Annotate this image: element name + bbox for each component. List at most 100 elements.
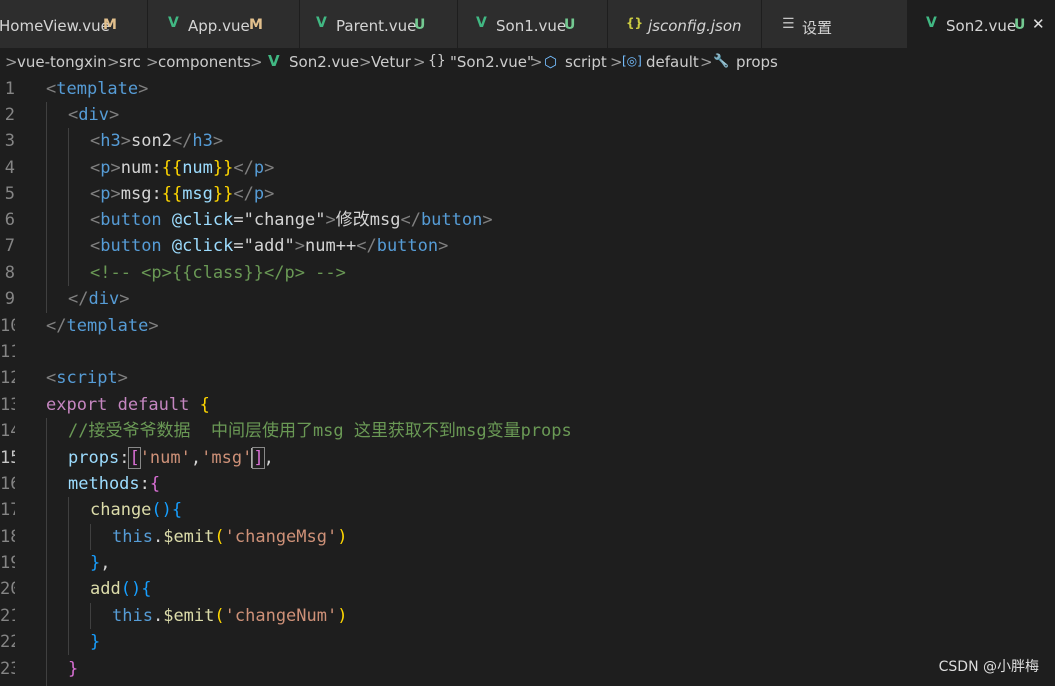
code-token: button — [100, 210, 162, 230]
code-token: this — [112, 606, 153, 626]
breadcrumb-item-module[interactable]: "Son2.vue" — [450, 53, 534, 71]
line-number: 20 — [0, 579, 15, 599]
code-token: 'changeMsg' — [224, 527, 338, 547]
code-token: ( — [214, 527, 225, 547]
code-token: </ — [356, 236, 377, 256]
code-token: : — [119, 448, 130, 468]
code-token: export — [46, 395, 108, 415]
code-token: > — [438, 236, 449, 256]
breadcrumb-item-props[interactable]: props — [736, 53, 778, 71]
vue-icon: V — [476, 15, 487, 31]
code-token: msg — [182, 184, 213, 204]
code-token: < — [90, 236, 101, 256]
code-line: <p>msg:{{msg}}</p> — [90, 181, 274, 207]
code-line: add(){ — [90, 576, 151, 602]
code-token: </ — [46, 316, 67, 336]
close-icon[interactable]: ✕ — [1032, 15, 1045, 33]
code-line: <template> — [46, 76, 148, 102]
code-token: > — [138, 79, 149, 99]
tab-label: Son2.vue — [946, 17, 1017, 35]
tab-son1[interactable]: V Son1.vue U — [458, 0, 608, 48]
line-number-current: 15 — [0, 448, 15, 468]
tab-homeview[interactable]: HomeView.vue M — [0, 0, 148, 48]
code-token: add — [90, 579, 121, 599]
wrench-icon: 🔧 — [713, 54, 730, 69]
tab-label: jsconfig.json — [648, 17, 742, 35]
bracket-match: [ — [128, 447, 141, 469]
tab-jsconfig[interactable]: {} jsconfig.json — [608, 0, 762, 48]
code-token: {{ — [161, 184, 183, 204]
code-token: { — [149, 474, 161, 494]
code-token: button — [100, 236, 162, 256]
breadcrumb-item-folder[interactable]: vue-tongxin — [17, 53, 107, 71]
breadcrumb-item-components[interactable]: components — [158, 53, 251, 71]
breadcrumb-item-vetur[interactable]: Vetur — [371, 53, 411, 71]
tab-label: App.vue — [188, 17, 250, 35]
tab-parent[interactable]: V Parent.vue U — [300, 0, 458, 48]
code-line: <h3>son2</h3> — [90, 128, 223, 154]
code-token: 修改msg — [335, 210, 401, 230]
code-token: h3 — [100, 131, 121, 151]
indent-guide — [90, 524, 91, 550]
line-number-gutter: 1 2 3 4 5 6 7 8 9 10 11 12 13 14 15 16 1… — [0, 76, 38, 686]
breadcrumb-item-src[interactable]: src — [119, 53, 141, 71]
code-token: script — [56, 368, 118, 388]
breadcrumb-item-script[interactable]: script — [565, 53, 607, 71]
code-token: change — [90, 500, 152, 520]
editor-tab-bar: HomeView.vue M V App.vue M V Parent.vue … — [0, 0, 1055, 48]
code-token: = — [233, 236, 244, 256]
code-line: } — [90, 629, 100, 655]
tab-settings[interactable]: ☰ 设置 — [762, 0, 908, 48]
bracket-match: ] — [252, 447, 265, 469]
code-token: default — [117, 395, 190, 415]
code-token: = — [233, 210, 244, 230]
code-token: > — [148, 316, 159, 336]
code-token: > — [325, 210, 336, 230]
code-token: template — [66, 316, 149, 336]
line-number: 4 — [4, 158, 15, 178]
chevron-right-icon: > — [413, 53, 426, 71]
code-token: methods — [68, 474, 140, 494]
code-line: <div> — [68, 102, 119, 128]
tab-app[interactable]: V App.vue M — [148, 0, 300, 48]
untracked-status-badge: U — [414, 17, 426, 33]
code-token: < — [46, 79, 57, 99]
code-line: methods:{ — [68, 471, 160, 497]
code-token: > — [264, 158, 275, 178]
code-token: { — [199, 395, 210, 415]
code-token: props — [68, 448, 120, 468]
line-number: 17 — [0, 500, 15, 520]
code-token: "change" — [243, 210, 326, 230]
line-number: 6 — [4, 210, 15, 230]
chevron-right-icon: > — [610, 53, 623, 71]
breadcrumb-item-default[interactable]: default — [646, 53, 699, 71]
code-token: div — [88, 289, 120, 309]
code-token: > — [110, 184, 121, 204]
code-token: ) — [337, 527, 348, 547]
code-token: < — [90, 131, 101, 151]
code-token: < — [68, 105, 79, 125]
vue-icon: V — [316, 15, 327, 31]
code-token: num — [182, 158, 213, 178]
chevron-right-icon: > — [146, 53, 159, 71]
code-token: num++ — [305, 236, 357, 256]
line-number: 13 — [0, 395, 15, 415]
code-token: > — [264, 184, 275, 204]
breadcrumb-item-file[interactable]: Son2.vue — [289, 53, 359, 71]
code-token: . — [152, 527, 164, 547]
code-editor[interactable]: <template> <div> <h3>son2</h3> <p>num:{{… — [46, 76, 1055, 686]
chevron-right-icon: > — [700, 53, 713, 71]
code-token: > — [294, 236, 306, 256]
code-token: p — [100, 184, 111, 204]
code-token: > — [119, 289, 130, 309]
modified-status-badge: M — [249, 17, 263, 33]
code-token: () — [120, 579, 142, 599]
code-line: <button @click="change">修改msg</button> — [90, 207, 493, 233]
watermark: CSDN @小胖梅 — [938, 659, 1039, 675]
chevron-right-icon: > — [250, 53, 263, 71]
code-token: { — [141, 579, 152, 599]
tab-son2[interactable]: V Son2.vue U ✕ — [908, 0, 1055, 48]
code-comment: //接受爷爷数据 中间层使用了msg 这里获取不到msg变量props — [68, 421, 572, 441]
